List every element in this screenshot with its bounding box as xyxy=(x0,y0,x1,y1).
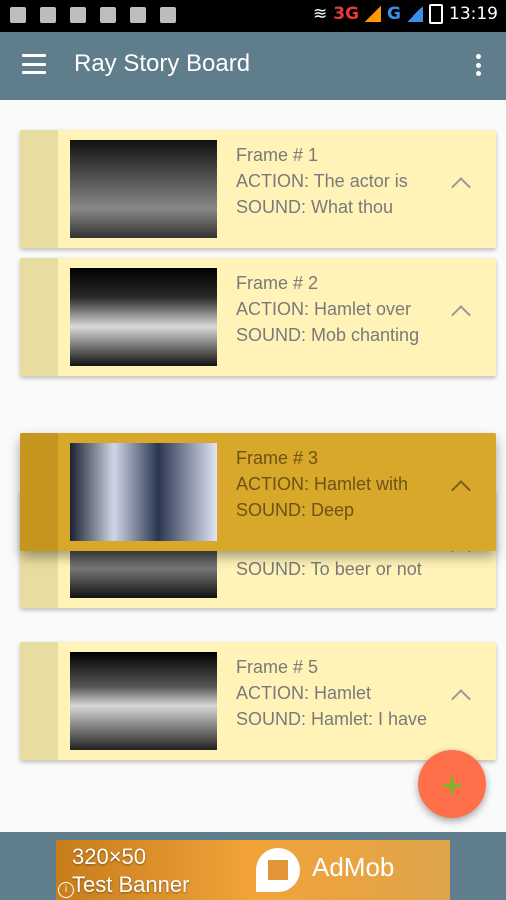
frame-card-1[interactable]: Frame # 1 ACTION: The actor is SOUND: Wh… xyxy=(20,130,496,248)
app-title: Ray Story Board xyxy=(74,50,251,77)
chevron-up-icon[interactable] xyxy=(451,305,471,325)
wifi-icon: ≋ xyxy=(312,4,328,24)
drag-handle[interactable] xyxy=(20,433,58,551)
app-bar: Ray Story Board xyxy=(0,32,506,100)
ad-label-text: Test Banner xyxy=(72,872,190,897)
signal-icon-2 xyxy=(407,6,423,22)
frame-sound: SOUND: What thou xyxy=(236,197,394,217)
admob-logo-inner xyxy=(268,860,288,880)
frame-number: Frame # 5 xyxy=(236,657,319,677)
drag-handle[interactable] xyxy=(20,258,58,376)
frame-thumbnail[interactable] xyxy=(70,268,217,366)
frame-sound: SOUND: Deep xyxy=(236,500,355,520)
frame-action: ACTION: The actor is xyxy=(236,171,408,191)
ad-info-icon[interactable]: i xyxy=(58,882,74,898)
frame-sound: SOUND: Mob chanting xyxy=(236,325,420,345)
network-type-3g: 3G xyxy=(333,4,360,24)
chevron-up-icon[interactable] xyxy=(451,177,471,197)
frame-number: Frame # 1 xyxy=(236,145,319,165)
image-icon xyxy=(100,7,116,23)
status-indicators: ≋ 3G G 13:19 xyxy=(313,4,498,24)
frame-card-2[interactable]: Frame # 2 ACTION: Hamlet over SOUND: Mob… xyxy=(20,258,496,376)
music-icon xyxy=(10,7,26,23)
frame-thumbnail[interactable] xyxy=(70,140,217,238)
network-type-g: G xyxy=(387,4,401,24)
frame-card-5[interactable]: Frame # 5 ACTION: Hamlet SOUND: Hamlet: … xyxy=(20,642,496,760)
frame-thumbnail[interactable] xyxy=(70,443,217,541)
plus-icon: + xyxy=(440,767,464,801)
usb-icon xyxy=(40,7,56,23)
lock-icon xyxy=(70,7,86,23)
frame-action: ACTION: Hamlet xyxy=(236,683,372,703)
signal-icon xyxy=(365,6,382,22)
add-frame-button[interactable]: + xyxy=(418,750,486,818)
chevron-up-icon[interactable] xyxy=(451,480,471,500)
hamburger-menu-icon[interactable] xyxy=(22,54,46,74)
clock: 13:19 xyxy=(449,4,498,24)
status-bar: ≋ 3G G 13:19 xyxy=(0,0,506,32)
overflow-menu-icon[interactable] xyxy=(476,54,482,76)
frame-number: Frame # 2 xyxy=(236,273,319,293)
frame-sound: SOUND: To beer or not xyxy=(236,559,422,579)
battery-icon xyxy=(429,4,443,24)
ad-banner[interactable]: 320×50 Test Banner AdMob i xyxy=(56,840,450,900)
drag-handle[interactable] xyxy=(20,642,58,760)
frame-thumbnail[interactable] xyxy=(70,652,217,750)
chevron-up-icon[interactable] xyxy=(451,689,471,709)
ad-size-text: 320×50 xyxy=(72,844,147,869)
drag-handle[interactable] xyxy=(20,130,58,248)
ad-brand: AdMob xyxy=(312,852,395,882)
barcode-icon xyxy=(160,7,176,23)
frame-card-3-dragging[interactable]: Frame # 3 ACTION: Hamlet with SOUND: Dee… xyxy=(20,433,496,551)
frame-action: ACTION: Hamlet over xyxy=(236,299,412,319)
frame-number: Frame # 3 xyxy=(236,448,319,468)
frame-action: ACTION: Hamlet with xyxy=(236,474,409,494)
notification-icons xyxy=(10,7,176,23)
frame-sound: SOUND: Hamlet: I have xyxy=(236,709,428,729)
mail-icon xyxy=(130,7,146,23)
